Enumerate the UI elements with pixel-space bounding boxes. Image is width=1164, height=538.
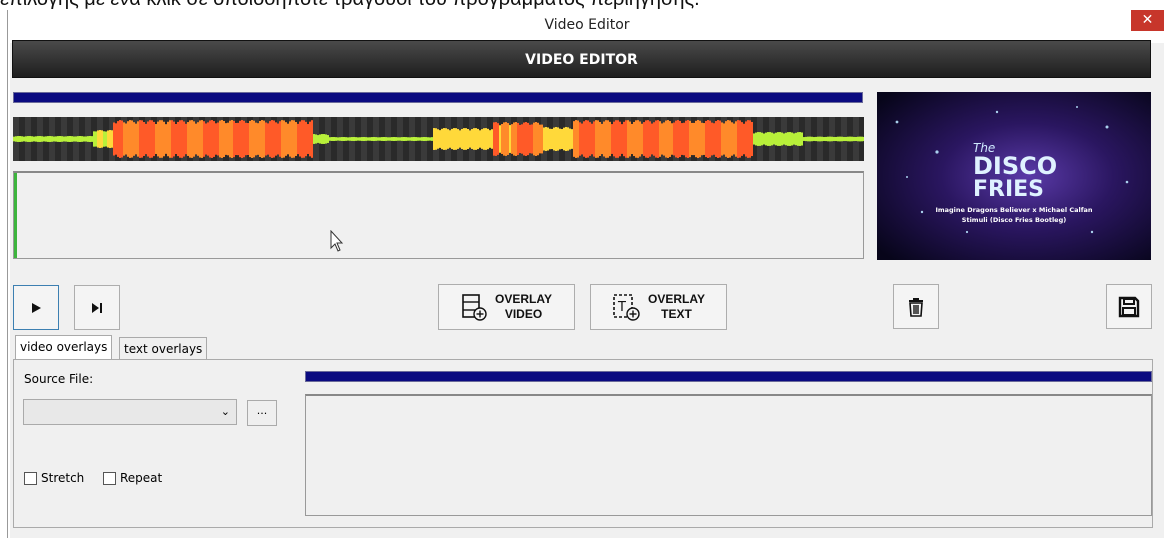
mouse-pointer-icon — [330, 230, 344, 252]
close-button[interactable]: ✕ — [1131, 10, 1164, 31]
waveform-graphic — [13, 117, 864, 161]
preview-title-fries: FRIES — [973, 177, 1044, 202]
play-icon — [32, 302, 41, 313]
overlay-video-button[interactable]: OVERLAY VIDEO — [438, 284, 575, 330]
svg-text:T: T — [617, 300, 626, 315]
browse-button[interactable]: ... — [247, 400, 277, 426]
stretch-checkbox[interactable]: Stretch — [24, 471, 84, 485]
window-edge — [7, 10, 8, 538]
repeat-label: Repeat — [120, 471, 163, 485]
play-button[interactable] — [13, 285, 59, 330]
video-overlays-panel: Source File: ⌄ ... Stretch Repeat — [13, 359, 1153, 528]
video-preview: The DISCO FRIES Imagine Dragons Believer… — [877, 92, 1151, 260]
overlay-video-label: OVERLAY VIDEO — [495, 292, 552, 321]
repeat-checkbox[interactable]: Repeat — [103, 471, 162, 485]
timeline-cursor — [14, 173, 17, 258]
audio-waveform[interactable] — [13, 117, 864, 161]
save-icon — [1118, 296, 1140, 317]
preview-subtitle-2: Stimuli (Disco Fries Bootleg) — [962, 216, 1066, 224]
source-file-select[interactable]: ⌄ — [23, 399, 237, 425]
preview-frame: The DISCO FRIES Imagine Dragons Believer… — [877, 92, 1151, 260]
stretch-label: Stretch — [41, 471, 85, 485]
preview-title-disco: DISCO — [973, 152, 1057, 180]
overlay-progress-bar[interactable] — [305, 371, 1152, 382]
title-bar: Video Editor ✕ — [10, 10, 1164, 43]
editor-header: VIDEO EDITOR — [12, 40, 1151, 78]
source-file-label: Source File: — [24, 372, 94, 386]
chevron-down-icon: ⌄ — [220, 405, 230, 418]
overlay-text-button[interactable]: T OVERLAY TEXT — [590, 284, 727, 330]
preview-subtitle-1: Imagine Dragons Believer x Michael Calfa… — [935, 206, 1092, 214]
overlay-text-label: OVERLAY TEXT — [648, 292, 705, 321]
delete-button[interactable] — [893, 284, 939, 329]
text-add-icon: T — [613, 294, 640, 321]
film-add-icon — [462, 294, 487, 321]
main-timeline[interactable] — [13, 171, 864, 259]
stretch-checkbox-box[interactable] — [24, 471, 37, 485]
playback-progress-bar[interactable] — [13, 92, 863, 103]
skip-next-button[interactable] — [74, 285, 120, 330]
overlay-timeline[interactable] — [305, 394, 1152, 516]
tab-text-overlays[interactable]: text overlays — [119, 337, 208, 359]
repeat-checkbox-box[interactable] — [103, 471, 116, 485]
tab-video-overlays[interactable]: video overlays — [15, 335, 113, 359]
window-title: Video Editor — [544, 17, 630, 33]
save-button[interactable] — [1106, 284, 1152, 329]
trash-icon — [909, 297, 923, 317]
skip-next-icon — [92, 302, 102, 313]
